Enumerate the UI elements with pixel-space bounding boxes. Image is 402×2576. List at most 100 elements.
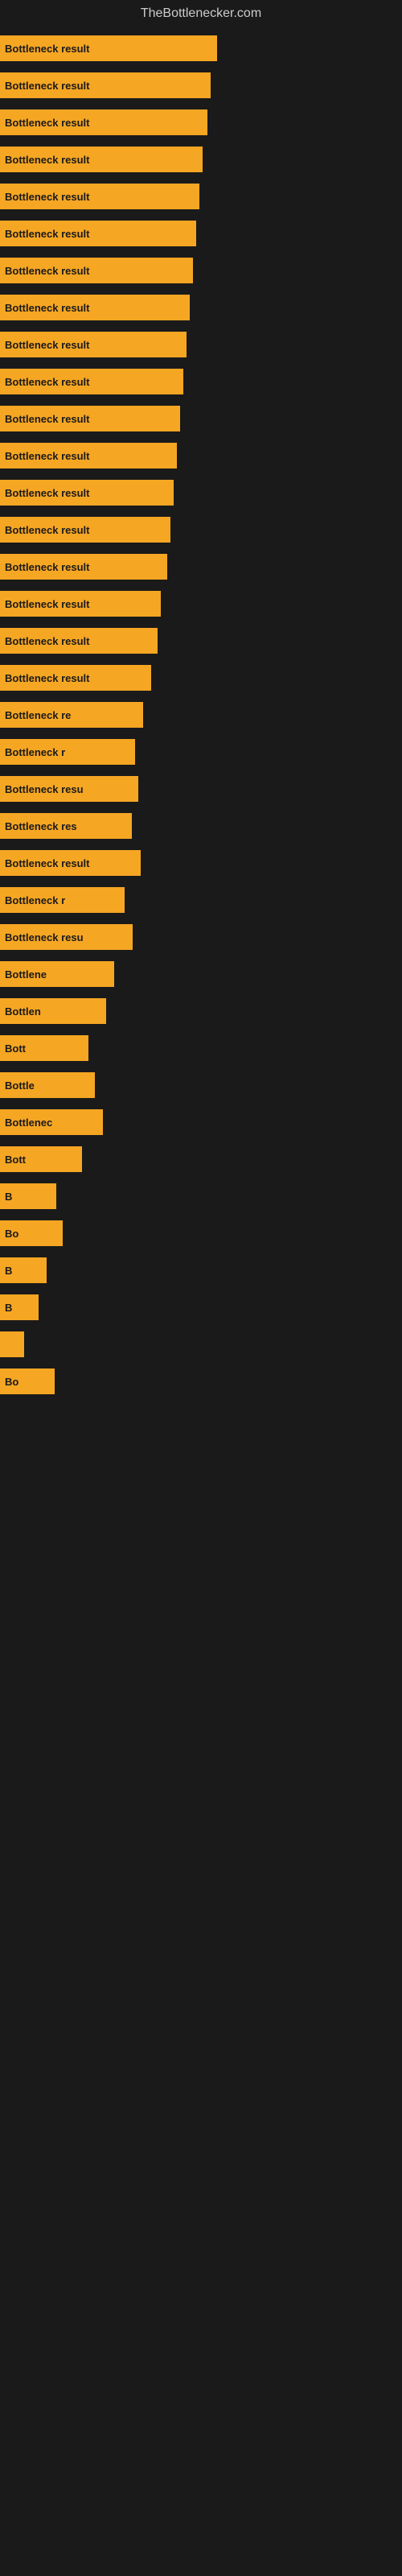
bar-spacer-2 xyxy=(0,98,402,109)
page-wrapper: TheBottlenecker.com Bottleneck resultBot… xyxy=(0,0,402,1394)
bar-spacer-1 xyxy=(0,61,402,72)
bar-row-22: Bottleneck result xyxy=(0,850,402,876)
bar-label-28: Bottle xyxy=(5,1080,35,1092)
bar-spacer-22 xyxy=(0,839,402,850)
bar-label-27: Bott xyxy=(5,1042,26,1055)
bar-spacer-16 xyxy=(0,617,402,628)
bar-label-31: B xyxy=(5,1191,12,1203)
bar-spacer-12 xyxy=(0,469,402,480)
bar-label-25: Bottlene xyxy=(5,968,47,980)
bar-20: Bottleneck resu xyxy=(0,776,138,802)
bar-21: Bottleneck res xyxy=(0,813,132,839)
bar-row-13: Bottleneck result xyxy=(0,517,402,543)
bar-spacer-36 xyxy=(0,1357,402,1368)
bar-spacer-24 xyxy=(0,913,402,924)
bar-label-33: B xyxy=(5,1265,12,1277)
bar-8: Bottleneck result xyxy=(0,332,187,357)
bar-label-16: Bottleneck result xyxy=(5,635,89,647)
bar-4: Bottleneck result xyxy=(0,184,199,209)
bar-0: Bottleneck result xyxy=(0,35,217,61)
bar-26: Bottlen xyxy=(0,998,106,1024)
bar-row-35 xyxy=(0,1331,402,1357)
bar-label-2: Bottleneck result xyxy=(5,117,89,129)
bar-row-27: Bott xyxy=(0,1035,402,1061)
bar-row-3: Bottleneck result xyxy=(0,147,402,172)
bar-row-12: Bottleneck result xyxy=(0,480,402,506)
bar-label-5: Bottleneck result xyxy=(5,228,89,240)
bar-label-21: Bottleneck res xyxy=(5,820,77,832)
bar-row-33: B xyxy=(0,1257,402,1283)
bar-label-1: Bottleneck result xyxy=(5,80,89,92)
bar-spacer-13 xyxy=(0,506,402,517)
bar-label-24: Bottleneck resu xyxy=(5,931,84,943)
bar-row-36: Bo xyxy=(0,1368,402,1394)
bar-label-30: Bott xyxy=(5,1154,26,1166)
bar-3: Bottleneck result xyxy=(0,147,203,172)
bar-row-26: Bottlen xyxy=(0,998,402,1024)
bar-spacer-6 xyxy=(0,246,402,258)
bar-spacer-15 xyxy=(0,580,402,591)
bar-row-21: Bottleneck res xyxy=(0,813,402,839)
bar-label-8: Bottleneck result xyxy=(5,339,89,351)
bar-spacer-18 xyxy=(0,691,402,702)
bar-spacer-34 xyxy=(0,1283,402,1294)
bar-label-4: Bottleneck result xyxy=(5,191,89,203)
bar-row-9: Bottleneck result xyxy=(0,369,402,394)
bar-15: Bottleneck result xyxy=(0,591,161,617)
bar-row-8: Bottleneck result xyxy=(0,332,402,357)
bar-9: Bottleneck result xyxy=(0,369,183,394)
bar-spacer-8 xyxy=(0,320,402,332)
bar-spacer-31 xyxy=(0,1172,402,1183)
bar-spacer-21 xyxy=(0,802,402,813)
bar-row-5: Bottleneck result xyxy=(0,221,402,246)
bar-7: Bottleneck result xyxy=(0,295,190,320)
bar-5: Bottleneck result xyxy=(0,221,196,246)
bar-spacer-25 xyxy=(0,950,402,961)
bar-6: Bottleneck result xyxy=(0,258,193,283)
bar-1: Bottleneck result xyxy=(0,72,211,98)
bar-row-16: Bottleneck result xyxy=(0,628,402,654)
bar-spacer-5 xyxy=(0,209,402,221)
bar-36: Bo xyxy=(0,1368,55,1394)
bar-label-20: Bottleneck resu xyxy=(5,783,84,795)
bar-24: Bottleneck resu xyxy=(0,924,133,950)
bars-container: Bottleneck result Bottleneck result Bottle… xyxy=(0,24,402,1394)
bar-32: Bo xyxy=(0,1220,63,1246)
bar-2: Bottleneck result xyxy=(0,109,207,135)
bar-label-17: Bottleneck result xyxy=(5,672,89,684)
bar-spacer-10 xyxy=(0,394,402,406)
bar-spacer-26 xyxy=(0,987,402,998)
bar-33: B xyxy=(0,1257,47,1283)
bar-row-1: Bottleneck result xyxy=(0,72,402,98)
bar-label-22: Bottleneck result xyxy=(5,857,89,869)
bar-spacer-17 xyxy=(0,654,402,665)
bar-label-19: Bottleneck r xyxy=(5,746,65,758)
bar-row-20: Bottleneck resu xyxy=(0,776,402,802)
bar-spacer-0 xyxy=(0,24,402,35)
bar-row-4: Bottleneck result xyxy=(0,184,402,209)
bar-label-9: Bottleneck result xyxy=(5,376,89,388)
bar-spacer-23 xyxy=(0,876,402,887)
bar-28: Bottle xyxy=(0,1072,95,1098)
bar-row-17: Bottleneck result xyxy=(0,665,402,691)
bar-label-12: Bottleneck result xyxy=(5,487,89,499)
bar-spacer-28 xyxy=(0,1061,402,1072)
bar-spacer-35 xyxy=(0,1320,402,1331)
bar-label-7: Bottleneck result xyxy=(5,302,89,314)
bar-row-32: Bo xyxy=(0,1220,402,1246)
bar-spacer-7 xyxy=(0,283,402,295)
bar-row-2: Bottleneck result xyxy=(0,109,402,135)
bar-label-13: Bottleneck result xyxy=(5,524,89,536)
bar-13: Bottleneck result xyxy=(0,517,170,543)
bar-row-24: Bottleneck resu xyxy=(0,924,402,950)
bar-label-18: Bottleneck re xyxy=(5,709,71,721)
bar-spacer-9 xyxy=(0,357,402,369)
bar-23: Bottleneck r xyxy=(0,887,125,913)
bar-row-6: Bottleneck result xyxy=(0,258,402,283)
bar-25: Bottlene xyxy=(0,961,114,987)
bar-spacer-11 xyxy=(0,431,402,443)
bar-spacer-30 xyxy=(0,1135,402,1146)
bar-label-32: Bo xyxy=(5,1228,18,1240)
bar-row-11: Bottleneck result xyxy=(0,443,402,469)
bar-row-10: Bottleneck result xyxy=(0,406,402,431)
